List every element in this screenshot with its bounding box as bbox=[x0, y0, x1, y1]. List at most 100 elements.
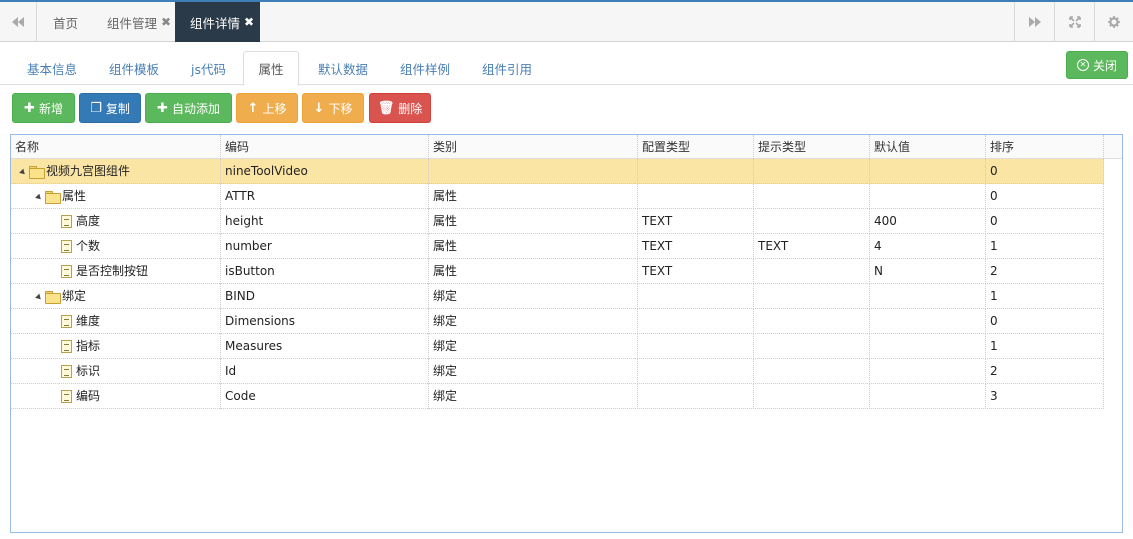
column-header-category[interactable]: 类别 bbox=[429, 135, 638, 159]
table-row[interactable]: 标识 Id 绑定 2 bbox=[11, 359, 1104, 384]
trash-icon: 🗑 bbox=[377, 100, 395, 116]
close-icon[interactable]: ✖ bbox=[161, 15, 171, 29]
cell-code: Id bbox=[221, 359, 429, 384]
auto-add-button[interactable]: ✚ 自动添加 bbox=[145, 93, 232, 123]
arrow-down-icon: ↓ bbox=[313, 100, 325, 116]
column-header-config-type[interactable]: 配置类型 bbox=[638, 135, 754, 159]
tree-node-label: 视频九宫图组件 bbox=[46, 164, 131, 178]
cell-category: 绑定 bbox=[429, 284, 638, 309]
close-button[interactable]: ✕ 关闭 bbox=[1066, 51, 1128, 79]
cell-config-type bbox=[638, 384, 754, 409]
move-up-button-label: 上移 bbox=[262, 101, 287, 116]
cell-hint-type bbox=[754, 209, 870, 234]
page-tab-home[interactable]: 首页 bbox=[38, 2, 93, 42]
cell-config-type bbox=[638, 284, 754, 309]
tree-collapse-icon[interactable] bbox=[33, 191, 45, 203]
cell-config-type: TEXT bbox=[638, 234, 754, 259]
column-header-code[interactable]: 编码 bbox=[221, 135, 429, 159]
cell-hint-type bbox=[754, 259, 870, 284]
cell-hint-type bbox=[754, 159, 870, 184]
cell-category: 绑定 bbox=[429, 359, 638, 384]
tab-js-code[interactable]: js代码 bbox=[179, 51, 238, 85]
column-header-default[interactable]: 默认值 bbox=[870, 135, 986, 159]
settings-button[interactable] bbox=[1094, 2, 1133, 42]
file-icon bbox=[61, 315, 72, 328]
tree-node-label: 属性 bbox=[62, 189, 87, 203]
column-header-hint-type[interactable]: 提示类型 bbox=[754, 135, 870, 159]
move-down-button[interactable]: ↓ 下移 bbox=[302, 93, 364, 123]
cell-order: 1 bbox=[986, 334, 1104, 359]
page-tab-label: 组件管理 bbox=[107, 15, 158, 31]
grid-header: 名称 编码 类别 配置类型 提示类型 默认值 排序 bbox=[11, 135, 1122, 159]
tab-examples[interactable]: 组件样例 bbox=[388, 51, 462, 85]
move-up-button[interactable]: ↑ 上移 bbox=[236, 93, 298, 123]
tab-label: 组件模板 bbox=[109, 61, 160, 77]
arrow-up-icon: ↑ bbox=[247, 100, 259, 116]
tree-collapse-icon[interactable] bbox=[33, 291, 45, 303]
cell-order: 2 bbox=[986, 259, 1104, 284]
tree-node-label: 是否控制按钮 bbox=[76, 264, 149, 278]
page-tab-component-detail[interactable]: 组件详情 ✖ bbox=[175, 2, 260, 42]
close-icon[interactable]: ✖ bbox=[244, 15, 254, 29]
add-button[interactable]: ✚ 新增 bbox=[12, 93, 75, 123]
fullscreen-button[interactable] bbox=[1054, 2, 1094, 42]
tree-node-label: 编码 bbox=[76, 389, 101, 403]
table-row[interactable]: 绑定 BIND 绑定 1 bbox=[11, 284, 1104, 309]
table-row[interactable]: 视频九宫图组件 nineToolVideo 0 bbox=[11, 159, 1104, 184]
cell-config-type bbox=[638, 159, 754, 184]
table-row[interactable]: 是否控制按钮 isButton 属性 TEXT N 2 bbox=[11, 259, 1104, 284]
tab-properties[interactable]: 属性 bbox=[243, 51, 299, 86]
cell-default bbox=[870, 309, 986, 334]
table-row[interactable]: 个数 number 属性 TEXT TEXT 4 1 bbox=[11, 234, 1104, 259]
cell-default bbox=[870, 284, 986, 309]
tab-label: 组件样例 bbox=[400, 61, 451, 77]
cell-order: 1 bbox=[986, 234, 1104, 259]
table-row[interactable]: 指标 Measures 绑定 1 bbox=[11, 334, 1104, 359]
cell-category: 属性 bbox=[429, 234, 638, 259]
cell-order: 0 bbox=[986, 159, 1104, 184]
copy-button[interactable]: ❐ 复制 bbox=[79, 93, 141, 123]
cell-default: 4 bbox=[870, 234, 986, 259]
tree-collapse-icon[interactable] bbox=[17, 166, 29, 178]
file-icon bbox=[61, 265, 72, 278]
cell-hint-type bbox=[754, 284, 870, 309]
table-row[interactable]: 维度 Dimensions 绑定 0 bbox=[11, 309, 1104, 334]
tab-references[interactable]: 组件引用 bbox=[470, 51, 544, 85]
scroll-tabs-left-button[interactable] bbox=[0, 2, 37, 42]
tree-node-label: 高度 bbox=[76, 214, 101, 228]
cell-order: 0 bbox=[986, 209, 1104, 234]
cell-name: 是否控制按钮 bbox=[11, 259, 221, 284]
table-row[interactable]: 编码 Code 绑定 3 bbox=[11, 384, 1104, 409]
tab-template[interactable]: 组件模板 bbox=[97, 51, 171, 85]
cell-code: number bbox=[221, 234, 429, 259]
cell-config-type bbox=[638, 334, 754, 359]
tab-default-data[interactable]: 默认数据 bbox=[306, 51, 380, 85]
detail-subtabs: 基本信息 组件模板 js代码 属性 默认数据 组件样例 组件引用 bbox=[0, 42, 1133, 86]
table-row[interactable]: 高度 height 属性 TEXT 400 0 bbox=[11, 209, 1104, 234]
delete-button[interactable]: 🗑 删除 bbox=[369, 93, 431, 123]
cell-hint-type bbox=[754, 309, 870, 334]
cell-default bbox=[870, 159, 986, 184]
scroll-tabs-right-button[interactable] bbox=[1014, 2, 1054, 42]
gear-icon bbox=[1108, 16, 1120, 28]
cell-code: height bbox=[221, 209, 429, 234]
copy-button-label: 复制 bbox=[105, 101, 130, 116]
cell-config-type bbox=[638, 359, 754, 384]
cell-order: 0 bbox=[986, 309, 1104, 334]
column-header-name[interactable]: 名称 bbox=[11, 135, 221, 159]
cell-order: 1 bbox=[986, 284, 1104, 309]
tree-node-label: 绑定 bbox=[62, 289, 87, 303]
cell-code: Measures bbox=[221, 334, 429, 359]
file-icon bbox=[61, 240, 72, 253]
column-header-order[interactable]: 排序 bbox=[986, 135, 1104, 159]
cell-config-type: TEXT bbox=[638, 259, 754, 284]
cell-category: 绑定 bbox=[429, 309, 638, 334]
tab-basic-info[interactable]: 基本信息 bbox=[15, 51, 89, 85]
tree-node-label: 维度 bbox=[76, 314, 101, 328]
cell-hint-type bbox=[754, 334, 870, 359]
tree-node-label: 标识 bbox=[76, 364, 101, 378]
page-tab-component-manage[interactable]: 组件管理 ✖ bbox=[92, 2, 186, 42]
move-down-button-label: 下移 bbox=[328, 101, 353, 116]
tab-label: 属性 bbox=[258, 62, 284, 77]
table-row[interactable]: 属性 ATTR 属性 0 bbox=[11, 184, 1104, 209]
